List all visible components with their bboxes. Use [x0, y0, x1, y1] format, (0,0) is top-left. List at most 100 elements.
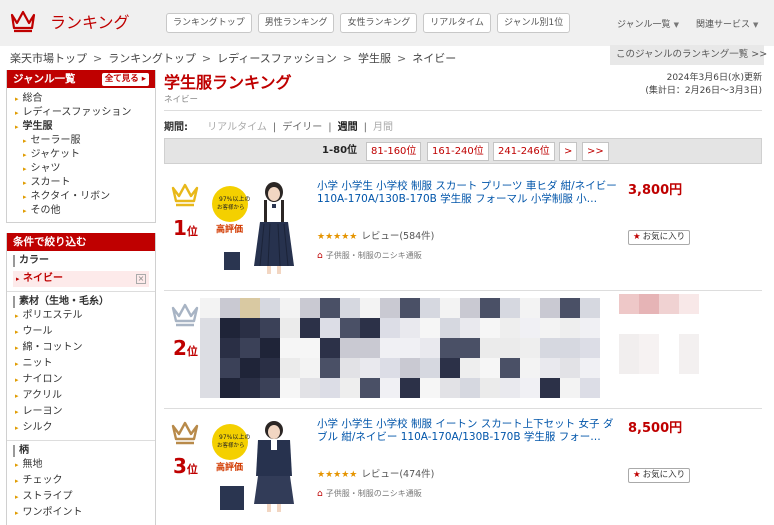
triangle-icon: ▸: [23, 137, 27, 145]
page-current: 1-80位: [322, 145, 358, 156]
rating-stars: ★★★★★ レビュー(584件): [317, 228, 434, 242]
nav-male-ranking[interactable]: 男性ランキング: [257, 13, 335, 33]
blur-tile: [679, 294, 699, 314]
product-image[interactable]: 97%以上の お客様から 高評価: [212, 180, 304, 276]
rank-value: 2: [173, 336, 187, 360]
review-count-link[interactable]: レビュー(584件): [361, 231, 434, 242]
blur-tile: [340, 318, 360, 338]
page-241-246[interactable]: 241-246位: [493, 142, 555, 161]
period-monthly[interactable]: 月間: [373, 122, 393, 133]
page-title: 学生服ランキング: [164, 73, 292, 92]
favorite-button[interactable]: ★ お気に入り: [628, 468, 691, 483]
nav-genre-first[interactable]: ジャンル別1位: [496, 13, 571, 33]
clear-filter-icon[interactable]: ×: [136, 274, 146, 284]
product-title-link[interactable]: 小学 小学生 小学校 制服 スカート プリーツ 車ヒダ 紺/ネイビー 110A-…: [317, 180, 617, 206]
color-filter-title: カラー: [13, 255, 149, 267]
genre-item[interactable]: ▸ ネクタイ・リボン: [15, 190, 155, 204]
pattern-filter-item[interactable]: ▸ ストライプ: [13, 489, 149, 505]
nav-ranking-top[interactable]: ランキングトップ: [166, 13, 252, 33]
breadcrumb-rakuten-top[interactable]: 楽天市場トップ: [10, 52, 87, 65]
triangle-icon: ▸: [15, 509, 19, 517]
badge-line-3: 高評価: [216, 461, 243, 473]
rank-number: 1位: [173, 216, 198, 240]
breadcrumb-ranking-top[interactable]: ランキングトップ: [108, 52, 196, 65]
blur-tile: [440, 378, 460, 398]
favorite-button[interactable]: ★ お気に入り: [628, 230, 691, 245]
page-161-240[interactable]: 161-240位: [427, 142, 489, 161]
chevron-down-icon: ▼: [673, 21, 679, 29]
pattern-filter-item[interactable]: ▸ チェック: [13, 473, 149, 489]
badge-line-2: お客様から: [217, 441, 245, 449]
genre-list-label: ジャンル一覧: [617, 20, 671, 30]
triangle-icon: ▸: [15, 392, 19, 400]
pattern-filter-item[interactable]: ▸ 無地: [13, 457, 149, 473]
breadcrumb-separator: >: [93, 52, 103, 65]
material-filter-item[interactable]: ▸ シルク: [13, 420, 149, 436]
blur-tile: [540, 378, 560, 398]
genre-list-link[interactable]: ジャンル一覧 ▼: [617, 17, 679, 30]
triangle-icon: ▸: [15, 312, 19, 320]
genre-ranking-list-link[interactable]: このジャンルのランキング一覧 >>: [610, 45, 767, 65]
badge-line-2: お客様から: [217, 203, 245, 211]
blur-tile: [240, 378, 260, 398]
period-weekly[interactable]: 週間: [338, 122, 358, 133]
material-filter-item[interactable]: ▸ アクリル: [13, 388, 149, 404]
update-date-line: 2024年3月6日(水)更新: [666, 73, 762, 83]
genre-item[interactable]: ▸ 学生服: [15, 120, 155, 134]
breadcrumb-ladies-fashion[interactable]: レディースファッション: [217, 52, 337, 65]
blur-tile: [679, 354, 699, 374]
blur-tile: [200, 378, 220, 398]
period-realtime[interactable]: リアルタイム: [207, 122, 267, 133]
material-filter-item[interactable]: ▸ 綿・コットン: [13, 340, 149, 356]
nav-female-ranking[interactable]: 女性ランキング: [340, 13, 418, 33]
genre-item[interactable]: ▸ ジャケット: [15, 148, 155, 162]
rank-value: 3: [173, 454, 187, 478]
shop-name[interactable]: ⌂ 子供服・制服のニシキ通販: [317, 488, 422, 499]
ranking-logo[interactable]: ランキング: [10, 9, 130, 33]
page-81-160[interactable]: 81-160位: [366, 142, 422, 161]
period-daily[interactable]: デイリー: [282, 122, 322, 133]
genre-item[interactable]: ▸ スカート: [15, 176, 155, 190]
blur-tile: [380, 318, 400, 338]
material-filter-item[interactable]: ▸ レーヨン: [13, 404, 149, 420]
triangle-icon: ▸: [15, 344, 19, 352]
product-title-link[interactable]: 小学 小学生 小学校 制服 イートン スカート上下セット 女子 ダブル 紺/ネイ…: [317, 418, 617, 444]
blur-tile: [320, 318, 340, 338]
genre-item[interactable]: ▸ レディースファッション: [15, 106, 155, 120]
period-separator: |: [363, 122, 368, 133]
related-services-label: 関連サービス: [696, 20, 751, 30]
product-image[interactable]: 97%以上の お客様から 高評価: [212, 418, 304, 514]
review-count-link[interactable]: レビュー(474件): [361, 469, 434, 480]
genre-item[interactable]: ▸ その他: [15, 204, 155, 218]
rating-stars: ★★★★★ レビュー(474件): [317, 466, 434, 480]
genre-item[interactable]: ▸ セーラー服: [15, 134, 155, 148]
material-filter-item-label: シルク: [22, 422, 53, 433]
blur-tile: [400, 298, 420, 318]
genre-item[interactable]: ▸ シャツ: [15, 162, 155, 176]
triangle-icon: ▸: [15, 360, 19, 368]
selected-color-navy[interactable]: ▸ ネイビー ×: [13, 271, 149, 287]
blur-tile: [619, 294, 639, 314]
blur-tile: [659, 334, 679, 354]
blurred-content: [200, 298, 600, 398]
related-services-link[interactable]: 関連サービス ▼: [696, 17, 758, 30]
page-next-button[interactable]: >: [559, 142, 578, 161]
star-rating-icon: ★★★★★: [317, 232, 358, 242]
blur-tile: [460, 358, 480, 378]
see-all-button[interactable]: 全て見る ▸: [101, 73, 149, 86]
pattern-filter-item[interactable]: ▸ ワンポイント: [13, 505, 149, 521]
silver-crown-icon: [171, 303, 199, 327]
nav-realtime[interactable]: リアルタイム: [423, 13, 491, 33]
blur-tile: [360, 378, 380, 398]
material-filter-item[interactable]: ▸ ウール: [13, 324, 149, 340]
shop-name-label: 子供服・制服のニシキ通販: [325, 251, 422, 260]
blur-tile: [540, 318, 560, 338]
breadcrumb-school-uniform[interactable]: 学生服: [358, 52, 391, 65]
material-filter-item[interactable]: ▸ ポリエステル: [13, 308, 149, 324]
shop-name[interactable]: ⌂ 子供服・制服のニシキ通販: [317, 250, 422, 261]
blur-tile: [500, 298, 520, 318]
material-filter-item[interactable]: ▸ ナイロン: [13, 372, 149, 388]
page-last-button[interactable]: >>: [582, 142, 609, 161]
material-filter-item[interactable]: ▸ ニット: [13, 356, 149, 372]
genre-item[interactable]: ▸ 総合: [15, 92, 155, 106]
